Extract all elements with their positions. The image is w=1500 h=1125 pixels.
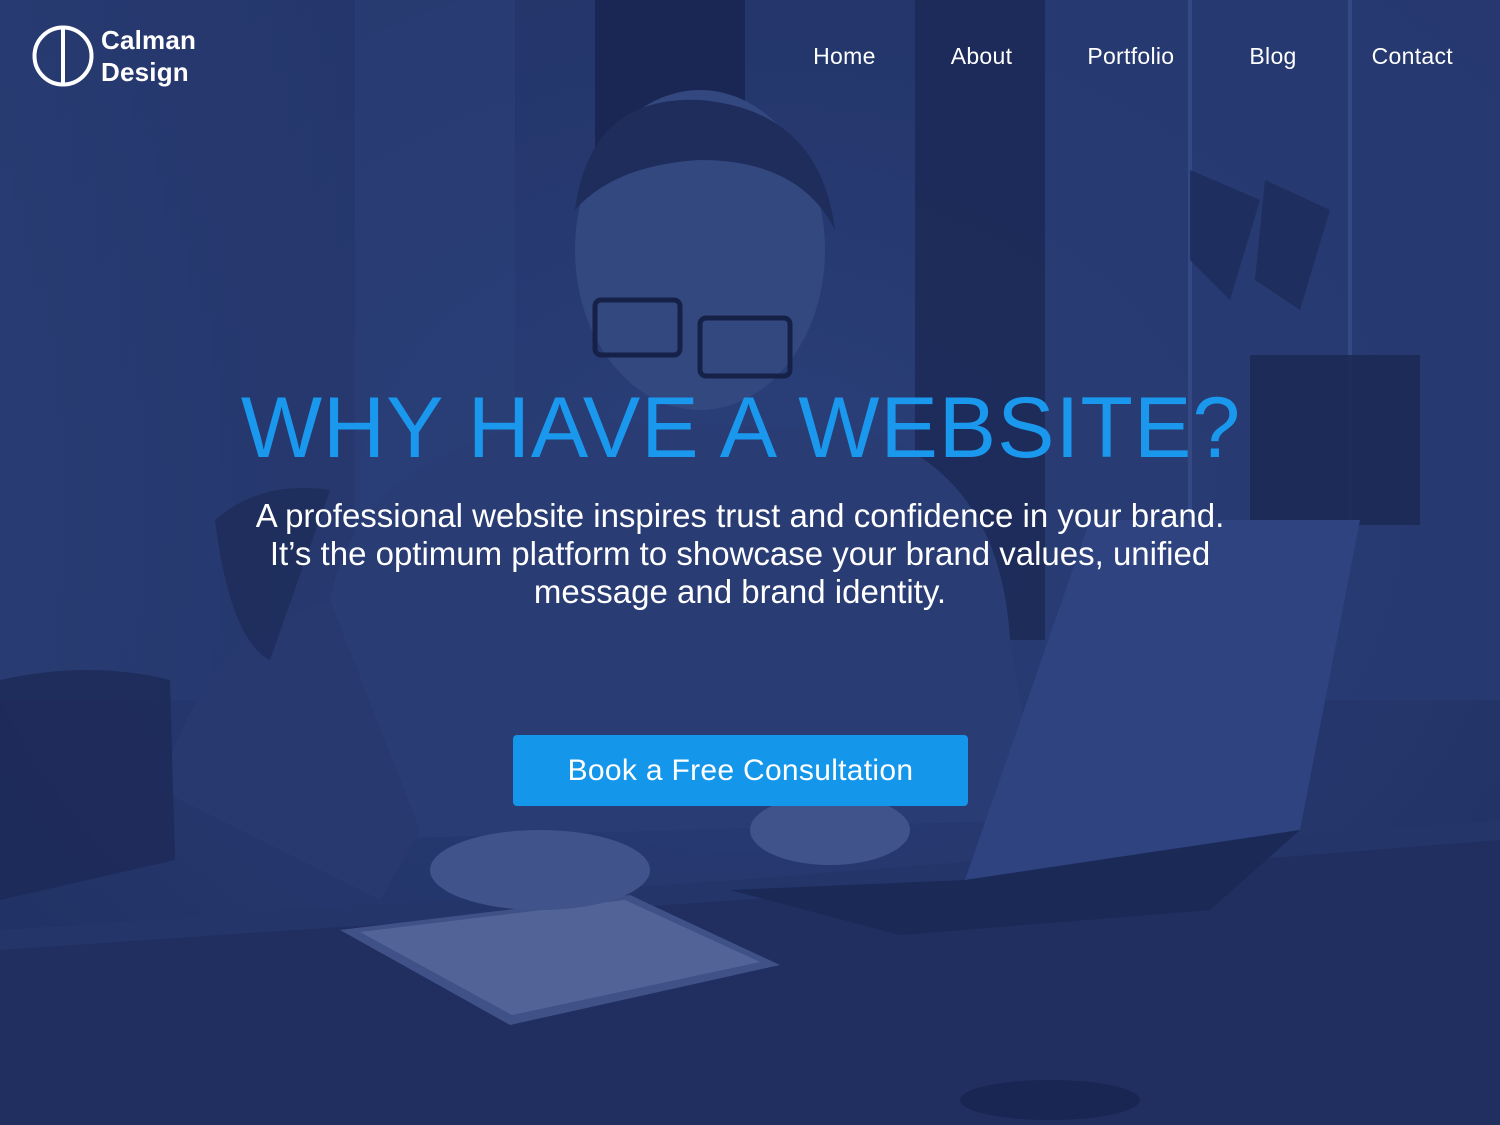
hero-subtitle: A professional website inspires trust an… [255, 497, 1225, 610]
nav-item-home[interactable]: Home [813, 40, 876, 72]
circle-split-logo-icon [32, 25, 94, 87]
brand-name-line1: Calman [101, 25, 197, 55]
nav-item-about[interactable]: About [951, 40, 1013, 72]
nav-item-blog[interactable]: Blog [1249, 40, 1296, 72]
nav-item-portfolio[interactable]: Portfolio [1087, 40, 1174, 72]
hero-title: WHY HAVE A WEBSITE? [240, 380, 1242, 476]
brand-name-line2: Design [101, 57, 189, 87]
brand-logo[interactable]: Calman Design [31, 24, 196, 88]
nav-item-contact[interactable]: Contact [1372, 40, 1453, 72]
brand-name: Calman Design [101, 24, 196, 88]
book-consultation-button[interactable]: Book a Free Consultation [513, 735, 968, 806]
main-nav: Home About Portfolio Blog Contact [813, 40, 1453, 72]
